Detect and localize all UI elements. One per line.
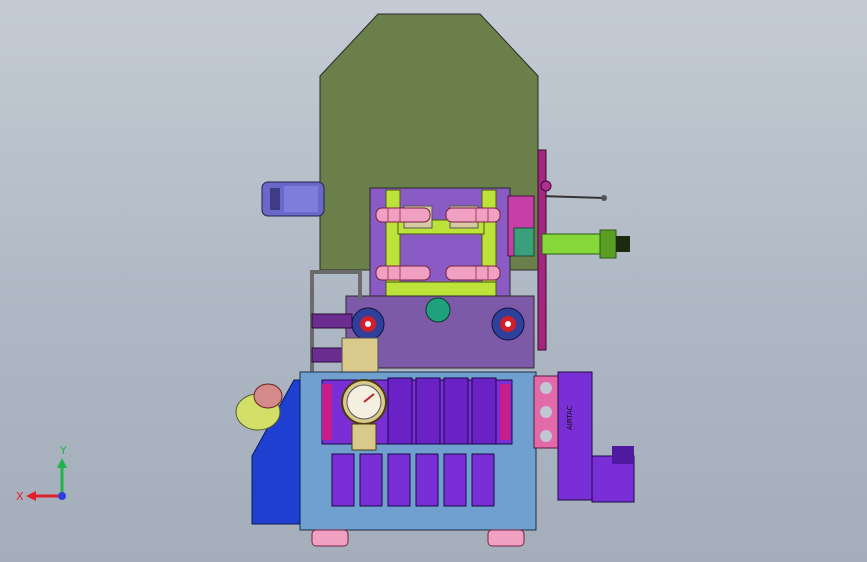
clamp-frame[interactable] <box>369 187 511 299</box>
y-axis-label: Y <box>59 444 67 457</box>
foot-right <box>487 529 525 547</box>
foot-left <box>311 529 349 547</box>
purple-tube-1 <box>311 313 353 329</box>
rod-end <box>601 195 607 201</box>
x-arrowhead-icon <box>26 491 36 501</box>
air-cylinder[interactable] <box>541 229 630 259</box>
valve-brand-label: AIRTAC <box>566 405 574 430</box>
rear-rod <box>539 195 605 199</box>
pipe-fitting[interactable] <box>235 383 283 431</box>
assembly-drawing[interactable]: AIRTAC Y X <box>0 0 867 562</box>
coordinate-triad: Y X <box>16 444 67 503</box>
y-arrowhead-icon <box>57 458 67 468</box>
solenoid-valve[interactable]: AIRTAC <box>533 371 635 503</box>
z-axis-dot <box>58 492 66 500</box>
pivot-bolt <box>540 180 552 192</box>
x-axis-label: X <box>16 490 24 503</box>
side-motor[interactable] <box>261 181 325 217</box>
cad-viewport[interactable]: AIRTAC Y X <box>0 0 867 562</box>
regulator-body <box>341 337 379 373</box>
